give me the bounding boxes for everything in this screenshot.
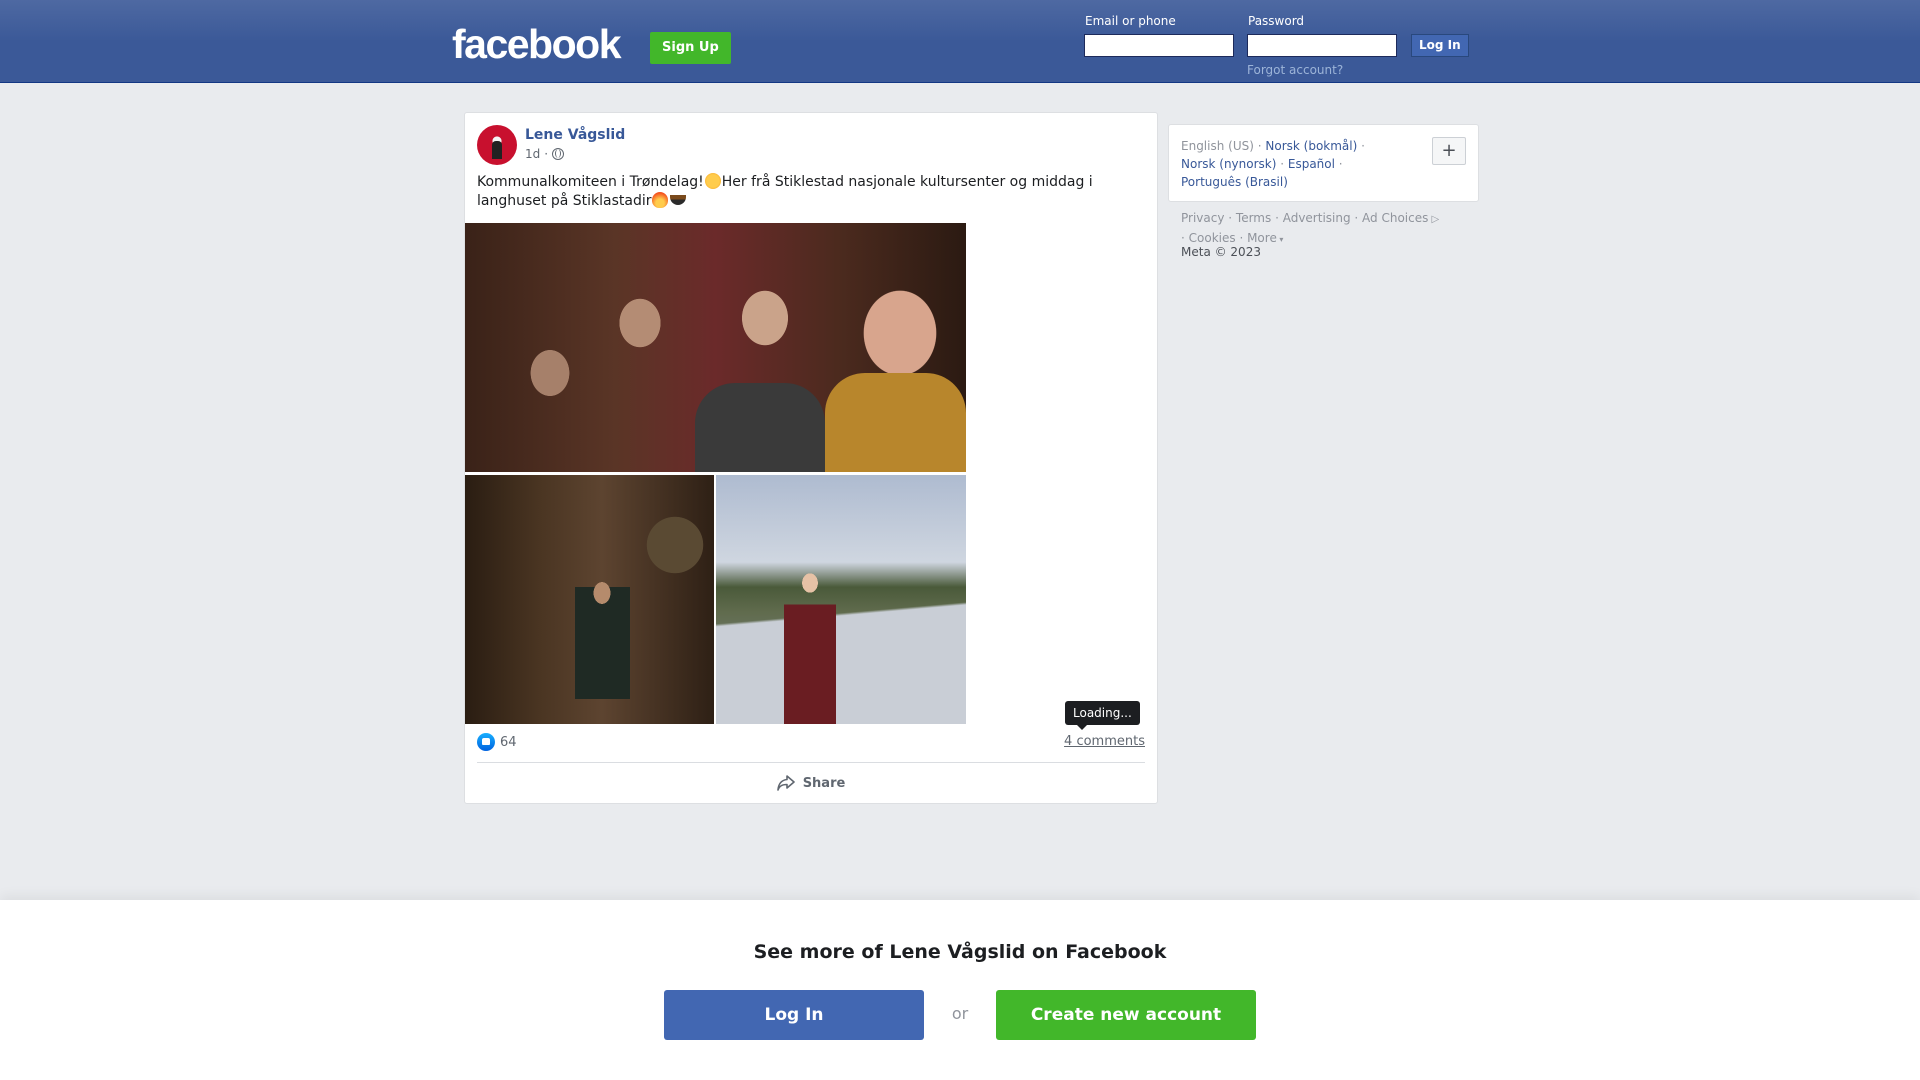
share-label: Share — [802, 775, 846, 791]
footer-link-cookies[interactable]: Cookies — [1189, 231, 1236, 245]
more-languages-button[interactable]: + — [1432, 137, 1466, 165]
facebook-logo[interactable]: facebook — [452, 24, 622, 65]
loading-tooltip: Loading... — [1065, 701, 1140, 730]
more-caret-icon: ▾ — [1276, 235, 1284, 244]
language-link-norsk-nynorsk[interactable]: Norsk (nynorsk) — [1181, 157, 1276, 171]
footer-link-more[interactable]: More — [1247, 231, 1277, 245]
footer-link-advertising[interactable]: Advertising — [1283, 211, 1351, 225]
current-language: English (US) — [1181, 139, 1254, 153]
footer-link-privacy[interactable]: Privacy — [1181, 211, 1224, 225]
copyright-text: Meta © 2023 — [1181, 245, 1261, 259]
share-button[interactable]: Share — [465, 763, 1157, 803]
email-field[interactable] — [1084, 34, 1234, 57]
banner-login-button[interactable]: Log In — [664, 990, 924, 1040]
password-label: Password — [1248, 14, 1305, 28]
footer-links: Privacy · Terms · Advertising · Ad Choic… — [1181, 211, 1440, 245]
post-photo-group-selfie[interactable] — [465, 223, 966, 472]
post-meta: 1d · — [525, 147, 565, 161]
author-avatar[interactable] — [477, 125, 517, 165]
like-icon — [477, 733, 495, 751]
star-struck-emoji-icon — [704, 173, 721, 189]
password-field[interactable] — [1247, 34, 1397, 57]
fire-emoji-icon — [652, 192, 669, 208]
comments-count-link[interactable]: 4 comments — [1064, 734, 1145, 749]
footer-link-ad-choices[interactable]: Ad Choices — [1362, 211, 1428, 225]
post-card: Lene Vågslid 1d · Kommunalkomiteen i Trø… — [464, 112, 1158, 804]
header-login-button[interactable]: Log In — [1411, 34, 1469, 57]
meta-separator: · — [544, 147, 549, 161]
email-label: Email or phone — [1085, 14, 1176, 28]
footer-link-terms[interactable]: Terms — [1236, 211, 1271, 225]
sign-up-button[interactable]: Sign Up — [650, 32, 731, 64]
share-arrow-icon — [776, 775, 795, 791]
create-account-button[interactable]: Create new account — [996, 990, 1256, 1040]
login-prompt-banner: See more of Lene Vågslid on Facebook Log… — [0, 900, 1920, 1080]
banner-title: See more of Lene Vågslid on Facebook — [753, 941, 1167, 963]
reaction-count: 64 — [500, 734, 517, 750]
post-photo-longhouse-interior[interactable] — [465, 475, 714, 724]
banner-or-text: or — [951, 1004, 969, 1023]
reactions-summary[interactable]: 64 — [477, 733, 517, 751]
language-list: English (US) · Norsk (bokmål) · Norsk (n… — [1181, 139, 1365, 189]
globe-icon — [552, 148, 565, 160]
forgot-account-link[interactable]: Forgot account? — [1247, 63, 1343, 77]
author-name-link[interactable]: Lene Vågslid — [525, 127, 625, 143]
post-text: Kommunalkomiteen i Trøndelag! Her frå Sti… — [477, 173, 1147, 211]
ad-choices-icon: ▷ — [1428, 214, 1440, 225]
post-timestamp[interactable]: 1d — [525, 147, 540, 161]
language-link-espanol[interactable]: Español — [1288, 157, 1335, 171]
language-link-norsk-bokmal[interactable]: Norsk (bokmål) — [1265, 139, 1357, 153]
pot-of-food-emoji-icon — [670, 195, 687, 205]
top-navigation-bar: facebook Sign Up Email or phone Password… — [0, 0, 1920, 83]
post-photo-outdoor-cloak[interactable] — [716, 475, 966, 724]
language-link-portugues-brasil[interactable]: Português (Brasil) — [1181, 175, 1288, 189]
post-text-part1: Kommunalkomiteen i Trøndelag! — [477, 174, 704, 190]
language-selector-box: English (US) · Norsk (bokmål) · Norsk (n… — [1168, 124, 1479, 202]
